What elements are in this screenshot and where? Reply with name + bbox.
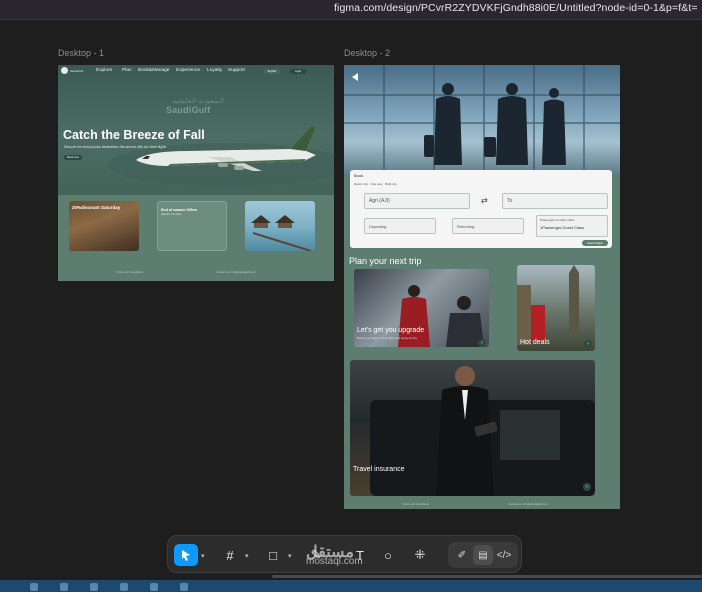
arrow-icon[interactable]: › <box>478 339 486 347</box>
arrow-icon[interactable]: › <box>583 483 591 491</box>
code-icon: </> <box>496 549 512 561</box>
departing-date-field[interactable]: Departing <box>364 218 436 234</box>
option-one-way[interactable]: One way <box>371 182 383 186</box>
footer-contact[interactable]: Contact us: info@saudigulf.com <box>508 502 548 506</box>
search-flights-button[interactable]: Search flights <box>582 240 608 246</box>
footer-terms[interactable]: Terms and Conditions <box>402 502 429 506</box>
browser-address-bar[interactable]: figma.com/design/PCvrR2ZYDVKFjGndh88i0E/… <box>0 0 702 20</box>
chevron-down-icon[interactable]: ▾ <box>245 552 249 560</box>
swap-icon[interactable]: ⇄ <box>481 196 488 205</box>
offer-card-resort[interactable] <box>245 201 315 251</box>
inspect-icon: ▤ <box>478 549 488 561</box>
rectangle-icon: □ <box>269 547 277 563</box>
logo-icon[interactable] <box>61 67 68 74</box>
card-title: 20%discount Saturday <box>72 205 121 210</box>
booking-widget: Book Return trip One way Multi-city Agri… <box>350 170 612 248</box>
comment-icon: ○ <box>384 547 392 563</box>
option-multi-city[interactable]: Multi-city <box>385 182 397 186</box>
hero-subtext: Discover the most popular destinations t… <box>64 145 167 149</box>
arrow-icon[interactable]: › <box>584 340 592 348</box>
book-now-button[interactable]: Book now <box>64 155 82 160</box>
hot-deals-tile[interactable]: Hot deals › <box>517 265 595 351</box>
nav-loyalty[interactable]: Loyalty <box>207 68 222 73</box>
offer-card-end-of-season[interactable]: End of season Offers Specific countries <box>157 201 227 251</box>
returning-date-field[interactable]: Returning <box>452 218 524 234</box>
airport-hero-image <box>344 65 620 175</box>
option-return[interactable]: Return trip <box>354 182 368 186</box>
nav-support[interactable]: Support <box>228 68 245 73</box>
trip-type-options[interactable]: Return trip One way Multi-city <box>354 182 397 186</box>
watermark-latin: mostaql.com <box>306 556 363 567</box>
taskbar-app-icon[interactable] <box>90 583 98 591</box>
logo-text: SaudiGulf <box>70 69 84 73</box>
footer-terms[interactable]: Terms and Conditions <box>116 270 143 274</box>
actions-tool-button[interactable]: ⁜ <box>408 544 432 566</box>
hero-headline: Catch the Breeze of Fall <box>63 128 205 142</box>
tile-label: Let's get you upgrade <box>357 327 425 334</box>
taskbar-app-icon[interactable] <box>60 583 68 591</box>
upgrade-tile[interactable]: Let's get you upgrade Book your flight i… <box>354 269 489 347</box>
frame-desktop-2[interactable]: Book Return trip One way Multi-city Agri… <box>344 65 620 509</box>
design-mode-button[interactable]: ✐ <box>452 545 472 565</box>
resort-image <box>251 215 312 251</box>
actions-icon: ⁜ <box>414 547 426 562</box>
mode-switcher: ✐ ▤ </> <box>448 542 518 568</box>
chevron-down-icon[interactable]: ▾ <box>201 552 205 560</box>
to-field[interactable]: To <box>502 193 608 209</box>
nav-plan[interactable]: Plan <box>122 68 132 73</box>
back-arrow-icon <box>352 73 358 81</box>
dev-mode-button[interactable]: ▤ <box>473 545 493 565</box>
url-text[interactable]: figma.com/design/PCvrR2ZYDVKFjGndh88i0E/… <box>334 2 698 14</box>
nav-experience[interactable]: Experience <box>176 68 200 73</box>
code-view-button[interactable]: </> <box>494 545 514 565</box>
frame-desktop-1[interactable]: SaudiGulf Explore Plan Book&Manage Exper… <box>58 65 334 281</box>
tile-label: Travel insurance <box>353 466 405 473</box>
nav-explore[interactable]: Explore <box>96 68 112 73</box>
booking-title: Book <box>354 173 364 178</box>
footer-contact[interactable]: Contact us: info@saudigulf.com <box>216 270 256 274</box>
taskbar-app-icon[interactable] <box>120 583 128 591</box>
tile-subtext: Book your flight in first class and enjo… <box>357 336 417 340</box>
card-title: End of season Offers <box>161 208 198 212</box>
nav-book-manage[interactable]: Book&Manage <box>138 68 169 73</box>
frame-tool-button[interactable]: # <box>218 544 242 566</box>
language-button[interactable]: English <box>264 69 280 74</box>
pen-nib-icon: ✐ <box>457 549 467 561</box>
travel-insurance-tile[interactable]: Travel insurance › <box>350 360 595 496</box>
comment-tool-button[interactable]: ○ <box>376 544 400 566</box>
taskbar-app-icon[interactable] <box>150 583 158 591</box>
from-field[interactable]: Agri (AJI) <box>364 193 470 209</box>
taskbar-app-icon[interactable] <box>30 583 38 591</box>
frame-icon: # <box>226 547 234 563</box>
os-taskbar <box>0 580 702 592</box>
move-tool-button[interactable] <box>174 544 198 566</box>
section-title: Plan your next trip <box>349 256 422 266</box>
shape-tool-button[interactable]: □ <box>261 544 285 566</box>
brand-script: السعودية الخليجية <box>172 98 224 105</box>
card-subtitle: Specific countries <box>161 213 182 216</box>
horizontal-scrollbar[interactable] <box>272 575 702 578</box>
frame-label-desktop-1[interactable]: Desktop - 1 <box>58 48 104 58</box>
tile-label: Hot deals <box>520 339 550 346</box>
taskbar-app-icon[interactable] <box>180 583 188 591</box>
login-button[interactable]: Login <box>290 69 306 74</box>
brand-watermark: SaudiGulf <box>166 105 211 115</box>
chevron-down-icon[interactable]: ▾ <box>288 552 292 560</box>
cursor-icon <box>182 550 190 561</box>
passengers-select[interactable]: Passengers & cabin class 1Passenger,Gues… <box>536 215 608 237</box>
offer-card-discount[interactable]: 20%discount Saturday <box>69 201 139 251</box>
frame-label-desktop-2[interactable]: Desktop - 2 <box>344 48 390 58</box>
